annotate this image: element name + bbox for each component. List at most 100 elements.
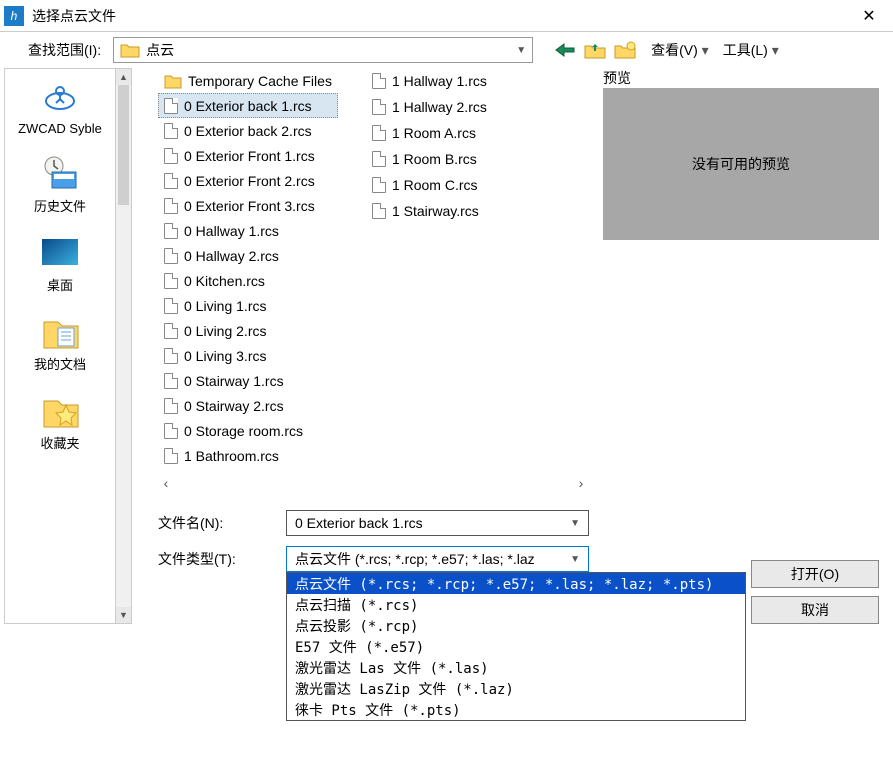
- file-icon: [164, 273, 178, 289]
- file-item[interactable]: 1 Room C.rcs: [366, 172, 493, 198]
- file-icon: [372, 151, 386, 167]
- place-history[interactable]: 历史文件: [5, 150, 115, 219]
- file-item[interactable]: 0 Storage room.rcs: [158, 418, 338, 443]
- scroll-down-icon[interactable]: ▼: [116, 607, 131, 623]
- nav-buttons: [553, 39, 637, 61]
- file-icon: [372, 177, 386, 193]
- file-item[interactable]: 0 Exterior back 2.rcs: [158, 118, 338, 143]
- file-item[interactable]: 0 Hallway 2.rcs: [158, 243, 338, 268]
- view-menu[interactable]: 查看(V) ▾: [651, 40, 709, 60]
- filename-input[interactable]: 0 Exterior back 1.rcs ▼: [286, 510, 589, 536]
- place-cloud-app[interactable]: ZWCAD Syble: [5, 75, 115, 140]
- file-item[interactable]: Temporary Cache Files: [158, 68, 338, 93]
- preview-label: 预览: [603, 68, 879, 88]
- file-icon: [164, 173, 178, 189]
- scroll-right-icon[interactable]: ›: [573, 475, 589, 491]
- file-icon: [372, 73, 386, 89]
- file-icon: [164, 148, 178, 164]
- file-icon: [164, 323, 178, 339]
- place-documents[interactable]: 我的文档: [5, 308, 115, 377]
- place-favorites[interactable]: 收藏夹: [5, 387, 115, 456]
- history-icon: [38, 154, 82, 192]
- filetype-select[interactable]: 点云文件 (*.rcs; *.rcp; *.e57; *.las; *.laz …: [286, 546, 589, 572]
- file-icon: [372, 203, 386, 219]
- file-item[interactable]: 0 Exterior Front 1.rcs: [158, 143, 338, 168]
- file-icon: [164, 198, 178, 214]
- documents-icon: [38, 312, 82, 350]
- filetype-option[interactable]: 徕卡 Pts 文件 (*.pts): [287, 699, 745, 720]
- chevron-down-icon: ▼: [570, 554, 580, 565]
- folder-icon: [120, 42, 140, 58]
- file-item[interactable]: 0 Exterior Front 2.rcs: [158, 168, 338, 193]
- file-icon: [372, 125, 386, 141]
- path-value: 点云: [146, 40, 174, 60]
- scroll-up-icon[interactable]: ▲: [116, 69, 131, 85]
- close-button[interactable]: ✕: [849, 6, 889, 26]
- file-icon: [164, 173, 178, 189]
- filetype-option[interactable]: 点云文件 (*.rcs; *.rcp; *.e57; *.las; *.laz;…: [287, 573, 745, 594]
- file-icon: [372, 177, 386, 193]
- file-icon: [164, 398, 178, 414]
- file-icon: [164, 223, 178, 239]
- preview-panel: 没有可用的预览: [603, 88, 879, 240]
- file-item[interactable]: 0 Exterior Front 3.rcs: [158, 193, 338, 218]
- open-button[interactable]: 打开(O): [751, 560, 879, 588]
- file-icon: [372, 125, 386, 141]
- favorites-icon: [38, 391, 82, 429]
- filetype-option[interactable]: 激光雷达 LasZip 文件 (*.laz): [287, 678, 745, 699]
- file-item[interactable]: 0 Living 2.rcs: [158, 318, 338, 343]
- filetype-option[interactable]: E57 文件 (*.e57): [287, 636, 745, 657]
- file-item[interactable]: 0 Living 1.rcs: [158, 293, 338, 318]
- filename-label: 文件名(N):: [158, 513, 268, 533]
- file-icon: [164, 298, 178, 314]
- chevron-down-icon: ▼: [570, 518, 580, 529]
- file-item[interactable]: 0 Living 3.rcs: [158, 343, 338, 368]
- up-folder-button[interactable]: [583, 39, 607, 61]
- path-combo[interactable]: 点云 ▼: [113, 37, 533, 63]
- file-icon: [164, 398, 178, 414]
- horizontal-scrollbar[interactable]: ‹ ›: [158, 474, 589, 492]
- filetype-option[interactable]: 点云投影 (*.rcp): [287, 615, 745, 636]
- file-item[interactable]: 1 Hallway 1.rcs: [366, 68, 493, 94]
- file-item[interactable]: 1 Stairway.rcs: [366, 198, 493, 224]
- filetype-option[interactable]: 点云扫描 (*.rcs): [287, 594, 745, 615]
- file-item[interactable]: 0 Stairway 1.rcs: [158, 368, 338, 393]
- file-item[interactable]: 1 Bathroom.rcs: [158, 443, 338, 468]
- filetype-option[interactable]: 激光雷达 Las 文件 (*.las): [287, 657, 745, 678]
- file-item[interactable]: 0 Kitchen.rcs: [158, 268, 338, 293]
- file-icon: [164, 123, 178, 139]
- file-item[interactable]: 1 Hallway 2.rcs: [366, 94, 493, 120]
- sidebar-scrollbar[interactable]: ▲ ▼: [116, 68, 132, 624]
- places-sidebar: ZWCAD Syble 历史文件桌面我的文档收藏夹 ▲ ▼: [4, 68, 134, 624]
- file-icon: [164, 123, 178, 139]
- filetype-label: 文件类型(T):: [158, 549, 268, 569]
- cloud-app-icon: [38, 79, 82, 117]
- file-icon: [164, 273, 178, 289]
- scope-label: 查找范围(I):: [28, 40, 101, 60]
- scroll-thumb[interactable]: [118, 85, 129, 205]
- filetype-dropdown: 点云文件 (*.rcs; *.rcp; *.e57; *.las; *.laz;…: [286, 572, 746, 721]
- back-button[interactable]: [553, 39, 577, 61]
- tools-menu[interactable]: 工具(L) ▾: [723, 40, 779, 60]
- file-icon: [164, 423, 178, 439]
- file-icon: [164, 98, 178, 114]
- cancel-button[interactable]: 取消: [751, 596, 879, 624]
- file-item[interactable]: 0 Exterior back 1.rcs: [158, 93, 338, 118]
- file-item[interactable]: 0 Hallway 1.rcs: [158, 218, 338, 243]
- file-item[interactable]: 1 Room B.rcs: [366, 146, 493, 172]
- file-icon: [372, 151, 386, 167]
- toolbar: 查找范围(I): 点云 ▼ 查看(V) ▾ 工具(L) ▾: [0, 32, 893, 68]
- new-folder-button[interactable]: [613, 39, 637, 61]
- scroll-left-icon[interactable]: ‹: [158, 475, 174, 491]
- place-desktop[interactable]: 桌面: [5, 229, 115, 298]
- file-list: Temporary Cache Files0 Exterior back 1.r…: [158, 68, 589, 492]
- file-icon: [164, 373, 178, 389]
- app-icon: h: [4, 6, 24, 26]
- file-icon: [372, 99, 386, 115]
- file-icon: [164, 98, 178, 114]
- file-icon: [164, 248, 178, 264]
- file-item[interactable]: 0 Stairway 2.rcs: [158, 393, 338, 418]
- file-icon: [164, 148, 178, 164]
- file-icon: [372, 73, 386, 89]
- file-item[interactable]: 1 Room A.rcs: [366, 120, 493, 146]
